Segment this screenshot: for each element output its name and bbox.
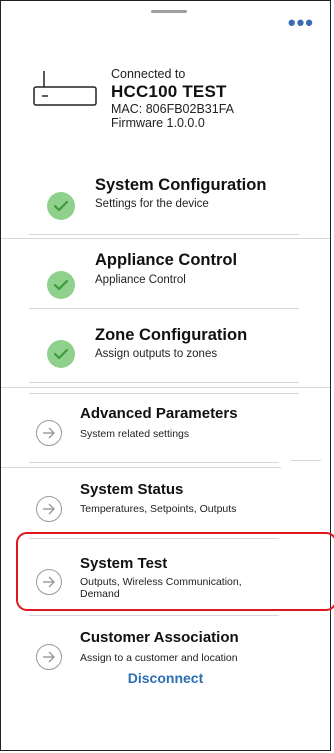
divider <box>29 462 279 463</box>
divider <box>29 615 279 616</box>
check-icon <box>47 271 75 299</box>
menu-item-subtitle: Temperatures, Setpoints, Outputs <box>80 503 237 515</box>
arrow-right-circle-icon <box>36 420 62 446</box>
device-mac: MAC: 806FB02B31FA <box>111 102 234 116</box>
divider <box>291 460 321 461</box>
check-icon <box>47 340 75 368</box>
menu-item-title: System Configuration <box>95 176 267 194</box>
device-firmware: Firmware 1.0.0.0 <box>111 116 205 130</box>
arrow-right-circle-icon <box>36 644 62 670</box>
menu-item-subtitle: Assign to a customer and location <box>80 652 238 664</box>
menu-item-title: Appliance Control <box>95 251 238 269</box>
menu-item-title: Customer Association <box>80 629 239 646</box>
arrow-right-circle-icon <box>36 496 62 522</box>
app-screen: ••• Connected to HCC100 TEST MAC: 806FB0… <box>0 0 334 751</box>
divider <box>29 234 299 235</box>
drag-handle[interactable] <box>151 10 187 13</box>
menu-item-subtitle: System related settings <box>80 428 190 440</box>
check-icon <box>47 192 75 220</box>
divider <box>29 308 299 309</box>
divider <box>29 393 299 394</box>
divider <box>1 238 330 239</box>
connected-label: Connected to <box>111 67 186 81</box>
disconnect-button[interactable]: Disconnect <box>1 670 330 686</box>
router-icon <box>33 71 97 106</box>
divider <box>29 382 299 383</box>
divider <box>1 467 281 468</box>
divider <box>1 387 330 388</box>
menu-item-subtitle: Settings for the device <box>95 198 209 210</box>
menu-item-title: Zone Configuration <box>95 326 248 344</box>
more-options-icon[interactable]: ••• <box>288 12 314 34</box>
device-name: HCC100 TEST <box>111 82 227 101</box>
menu-item-subtitle: Assign outputs to zones <box>95 348 218 360</box>
menu-item-title: System Status <box>80 481 184 498</box>
highlight-box <box>16 532 334 611</box>
menu-item-title: Advanced Parameters <box>80 405 238 422</box>
menu-item-subtitle: Appliance Control <box>95 274 186 286</box>
